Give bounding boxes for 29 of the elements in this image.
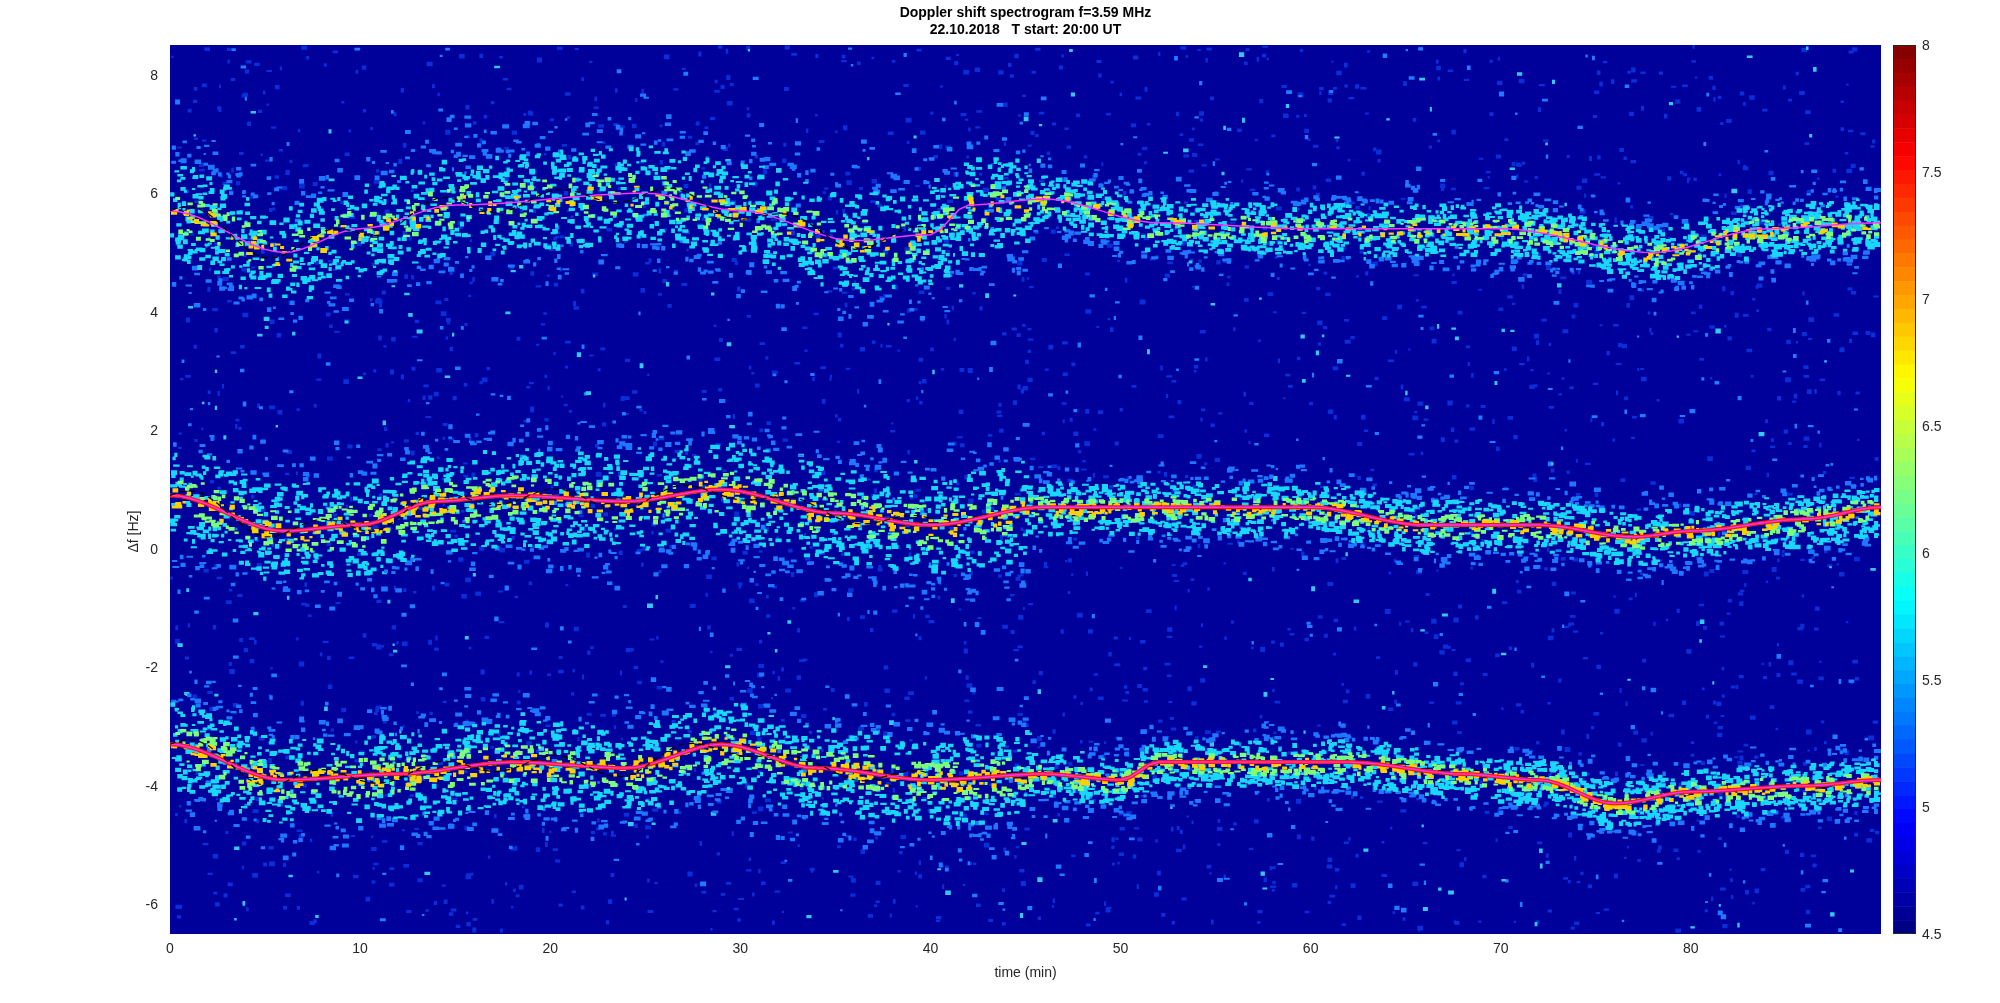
y-tick-label: 8 bbox=[150, 66, 158, 83]
colorbar-tick-label: 5 bbox=[1922, 799, 1930, 815]
chart-title: Doppler shift spectrogram f=3.59 MHz bbox=[899, 4, 1152, 21]
colorbar-tick-label: 8 bbox=[1922, 37, 1930, 53]
y-tick-label: -4 bbox=[145, 777, 158, 794]
colorbar-tick-label: 4.5 bbox=[1922, 926, 1942, 942]
x-tick-label: 70 bbox=[1493, 940, 1509, 956]
x-tick-label: 40 bbox=[922, 940, 939, 956]
colorbar-tick-label: 7 bbox=[1922, 291, 1930, 307]
y-tick-label: -2 bbox=[145, 659, 158, 676]
x-tick-label: 50 bbox=[1112, 940, 1129, 956]
x-tick-label: 60 bbox=[1302, 940, 1319, 956]
x-tick-label: 10 bbox=[352, 940, 368, 956]
y-tick-label: 4 bbox=[150, 303, 158, 320]
x-tick-label: 80 bbox=[1683, 940, 1699, 956]
x-axis-label: time (min) bbox=[994, 964, 1057, 980]
y-tick-label: 0 bbox=[150, 540, 158, 557]
colorbar-tick-label: 7.5 bbox=[1922, 164, 1942, 180]
chart-title: 22.10.2018 T start: 20:00 UT bbox=[929, 21, 1122, 38]
x-tick-label: 20 bbox=[542, 940, 558, 956]
y-tick-label: 2 bbox=[150, 422, 158, 439]
y-tick-label: 6 bbox=[150, 185, 158, 202]
y-axis-label: Δf [Hz] bbox=[123, 510, 142, 553]
x-tick-label: 30 bbox=[732, 940, 749, 956]
y-tick-label: -6 bbox=[145, 896, 158, 913]
colorbar-tick-label: 6 bbox=[1922, 545, 1930, 561]
colorbar-tick-label: 5.5 bbox=[1922, 672, 1942, 688]
colorbar-tick-label: 6.5 bbox=[1922, 418, 1942, 434]
x-tick-label: 0 bbox=[166, 940, 174, 956]
